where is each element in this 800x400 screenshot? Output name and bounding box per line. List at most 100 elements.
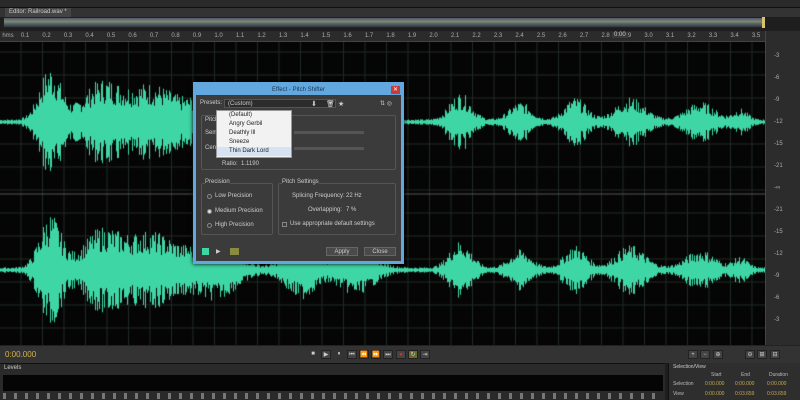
ruler-tick: 3.4 (730, 33, 739, 39)
pitch-shifter-dialog: Effect - Pitch Shifter ✕ Presets: (Custo… (193, 82, 404, 264)
ruler-tick: 1.4 (300, 33, 309, 39)
favorite-icon[interactable]: ★ (338, 100, 344, 108)
preset-option[interactable]: Sneeze (217, 138, 291, 147)
ratio-label: Ratio: (222, 161, 238, 167)
semitones-slider[interactable] (294, 131, 364, 134)
record-icon[interactable]: ● (396, 350, 406, 359)
loop-icon[interactable]: ↻ (408, 350, 418, 359)
ruler-tick: 0.7 (149, 33, 159, 39)
col-start: Start (711, 372, 722, 378)
preset-option[interactable]: (Default) (217, 111, 291, 120)
default-settings-checkbox[interactable] (282, 222, 287, 227)
transport-bar: 0:00.000 ■ ▶ ⏸ ⏮ ⏪ ⏩ ⏭ ● ↻ ⇥ + − ⊕ ⊖ ⊞ ⊟ (0, 345, 800, 363)
overlapping-value[interactable]: 7 % (346, 207, 356, 213)
ruler-tick: 3.1 (665, 33, 675, 39)
ruler-tick: 2.3 (493, 33, 503, 39)
default-settings-label: Use appropriate default settings (290, 221, 375, 227)
db-label: -∞ (774, 185, 781, 191)
selection-view-panel: Selection/View Start End Duration Select… (668, 363, 800, 400)
go-to-end-icon[interactable]: ⏭ (383, 350, 393, 359)
time-ruler[interactable]: hms 0.1 0.2 0.3 0.4 0.5 0.6 0.7 0.8 0.9 1.0 1.1 1.2… (0, 31, 765, 42)
pitch-settings-title: Pitch Settings (282, 179, 319, 185)
apply-button[interactable]: Apply (326, 247, 358, 256)
medium-precision-radio[interactable] (207, 209, 212, 214)
dialog-title: Effect - Pitch Shifter (196, 85, 401, 95)
zoom-out-amplitude-icon[interactable]: − (700, 350, 710, 359)
ruler-tick: 1.2 (257, 33, 266, 39)
level-scale (3, 393, 663, 399)
selection-end[interactable]: 0:00.000 (735, 381, 754, 387)
presets-dropdown[interactable]: (Custom) ▾ (224, 99, 336, 108)
ruler-tick: 1.8 (386, 33, 395, 39)
rewind-icon[interactable]: ⏪ (359, 350, 369, 359)
db-label: -21 (774, 207, 783, 213)
ruler-tick: 3.5 (751, 33, 761, 39)
ruler-tick: 1.5 (321, 33, 331, 39)
settings-icon[interactable]: ⇅ ◎ (380, 100, 392, 107)
zoom-selection-icon[interactable]: ⊞ (757, 350, 767, 359)
delete-preset-icon[interactable]: 🗑 (326, 100, 335, 108)
preset-option[interactable]: Angry Gerbil (217, 120, 291, 129)
preset-option-selected[interactable]: Thin Dark Lord (217, 147, 291, 156)
stop-icon[interactable]: ■ (308, 350, 318, 359)
preset-option[interactable]: Deathly Ill (217, 129, 291, 138)
selection-duration[interactable]: 0:00.000 (767, 381, 786, 387)
go-to-start-icon[interactable]: ⏮ (347, 350, 357, 359)
ruler-tick: 1.0 (214, 33, 223, 39)
loop-icon[interactable] (230, 248, 239, 255)
db-label: -6 (774, 75, 780, 81)
ruler-tick: 0.9 (192, 33, 202, 39)
db-label: -3 (774, 53, 780, 59)
editor-tab[interactable]: Editor: Railroad.wav * (5, 8, 71, 17)
ruler-tick: 2.1 (450, 33, 460, 39)
ruler-tick: 2.2 (472, 33, 481, 39)
db-label: -9 (774, 273, 780, 279)
save-preset-icon[interactable]: ⬇ (311, 100, 317, 108)
editor-tab-bar: Editor: Railroad.wav * (0, 8, 800, 17)
cents-slider[interactable] (294, 147, 364, 150)
view-start[interactable]: 0:00.000 (705, 391, 724, 397)
zoom-in-amplitude-icon[interactable]: + (688, 350, 698, 359)
time-display: 0:00.000 (5, 350, 37, 359)
view-duration[interactable]: 0:03.659 (767, 391, 786, 397)
ruler-tick: 1.3 (278, 33, 288, 39)
skip-icon[interactable]: ⇥ (420, 350, 430, 359)
overview-handle[interactable] (762, 17, 765, 28)
low-precision-radio[interactable] (207, 194, 212, 199)
ratio-value[interactable]: 1.1190 (241, 161, 259, 167)
zoom-in-time-icon[interactable]: ⊕ (713, 350, 723, 359)
ruler-unit: hms (2, 33, 14, 39)
db-label: -9 (774, 97, 780, 103)
ruler-tick: 0.3 (63, 33, 73, 39)
ruler-tick: 1.6 (343, 33, 352, 39)
db-label: -12 (774, 119, 783, 125)
view-end[interactable]: 0:03.659 (735, 391, 754, 397)
db-label: -15 (774, 141, 783, 147)
high-precision-label: High Precision (215, 222, 254, 228)
ruler-tick: 0.6 (128, 33, 137, 39)
ruler-tick: 2.4 (515, 33, 524, 39)
close-button[interactable]: Close (364, 247, 396, 256)
pause-icon[interactable]: ⏸ (334, 350, 344, 359)
selection-start[interactable]: 0:00.000 (705, 381, 724, 387)
presets-menu: (Default) Angry Gerbil Deathly Ill Sneez… (216, 110, 292, 158)
overview-strip[interactable] (3, 17, 765, 28)
db-label: -12 (774, 251, 783, 257)
ruler-tick: 2.5 (536, 33, 546, 39)
close-icon[interactable]: ✕ (391, 86, 400, 94)
preset-value: (Custom) (228, 101, 253, 107)
zoom-out-icon[interactable]: ⊟ (770, 350, 780, 359)
zoom-out-full-icon[interactable]: ⊖ (745, 350, 755, 359)
play-icon[interactable]: ▶ (321, 350, 331, 359)
play-icon[interactable]: ▶ (216, 248, 221, 255)
levels-title: Levels (4, 365, 22, 371)
splicing-value[interactable]: 22 Hz (346, 193, 362, 199)
ruler-tick: 2.0 (429, 33, 438, 39)
ruler-tick: 0.8 (171, 33, 180, 39)
col-end: End (741, 372, 750, 378)
power-toggle[interactable] (202, 248, 209, 255)
high-precision-radio[interactable] (207, 223, 212, 228)
fast-forward-icon[interactable]: ⏩ (371, 350, 381, 359)
level-meter (3, 375, 663, 391)
col-duration: Duration (769, 372, 788, 378)
